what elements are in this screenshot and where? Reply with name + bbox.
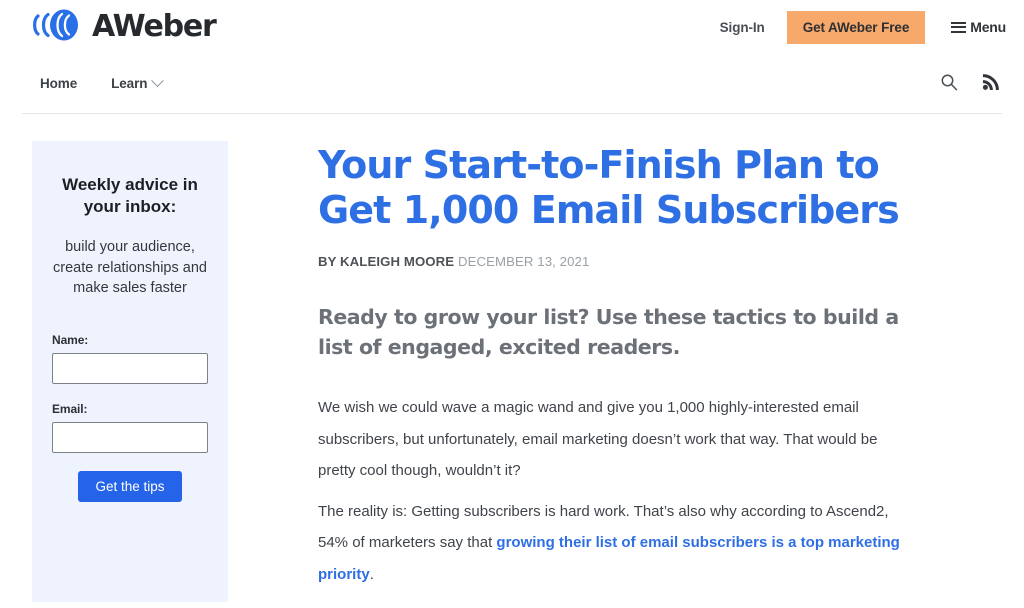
- get-the-tips-button[interactable]: Get the tips: [78, 470, 182, 502]
- nav-item-home[interactable]: Home: [40, 76, 77, 91]
- newsletter-signup-sidebar: Weekly advice in your inbox: build your …: [32, 141, 228, 602]
- menu-button[interactable]: Menu: [951, 19, 1006, 35]
- article-title: Your Start-to-Finish Plan to Get 1,000 E…: [318, 143, 900, 233]
- byline-date: DECEMBER 13, 2021: [457, 254, 590, 270]
- name-input[interactable]: [52, 352, 208, 384]
- rss-feed-button[interactable]: [982, 73, 1000, 94]
- search-icon: [940, 73, 958, 94]
- byline-author: BY KALEIGH MOORE: [318, 254, 455, 270]
- name-field-label: Name:: [52, 332, 89, 347]
- nav-utility-actions: [940, 73, 1006, 94]
- get-aweber-free-button[interactable]: Get AWeber Free: [786, 10, 926, 44]
- article-paragraph-1: We wish we could wave a magic wand and g…: [318, 399, 878, 480]
- chevron-down-icon: [151, 74, 165, 88]
- logo-wordmark: AWeber: [92, 9, 217, 44]
- sidebar-heading: Weekly advice in your inbox:: [62, 175, 198, 217]
- email-input[interactable]: [52, 421, 208, 453]
- nav-links: Home Learn: [40, 74, 165, 91]
- email-field-label: Email:: [52, 401, 88, 416]
- aweber-signal-logo-icon: [26, 9, 90, 46]
- primary-nav: Home Learn: [0, 54, 1024, 113]
- nav-item-home-label: Home: [40, 76, 78, 91]
- search-button[interactable]: [940, 73, 958, 94]
- nav-item-learn-label: Learn: [111, 76, 148, 91]
- hamburger-icon: [951, 21, 967, 33]
- paragraph-2-text-after: .: [369, 565, 374, 583]
- aweber-logo[interactable]: AWeber: [26, 9, 217, 46]
- sign-in-link[interactable]: Sign-In: [720, 20, 787, 35]
- sidebar-description: build your audience, create relationship…: [53, 239, 207, 297]
- article-content: Your Start-to-Finish Plan to Get 1,000 E…: [318, 141, 918, 602]
- article-subheading: Ready to grow your list? Use these tacti…: [318, 305, 899, 360]
- page-body: Weekly advice in your inbox: build your …: [0, 114, 1024, 602]
- article-paragraph-2: The reality is: Getting subscribers is h…: [318, 496, 918, 591]
- rss-icon: [982, 73, 1000, 94]
- masthead: AWeber Sign-In Get AWeber Free Menu: [0, 0, 1024, 54]
- menu-button-label: Menu: [970, 19, 1006, 35]
- nav-item-learn[interactable]: Learn: [111, 74, 165, 91]
- article-byline: BY KALEIGH MOORE DECEMBER 13, 2021: [318, 254, 918, 269]
- masthead-actions: Sign-In Get AWeber Free Menu: [720, 10, 1006, 44]
